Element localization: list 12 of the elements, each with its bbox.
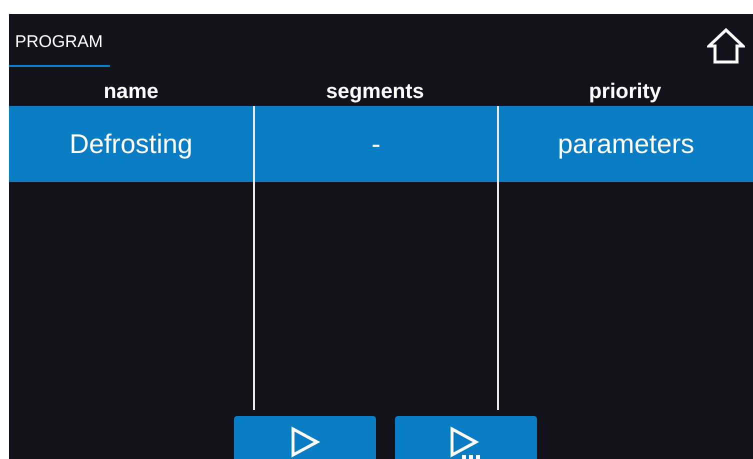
play-button[interactable] — [234, 416, 376, 459]
program-tab[interactable]: PROGRAM — [9, 32, 110, 67]
column-header: priority — [588, 80, 662, 104]
table-cell[interactable]: Defrosting — [9, 106, 253, 182]
play-more-icon — [449, 426, 483, 459]
table-cell[interactable]: parameters — [497, 106, 753, 182]
play-icon — [290, 426, 320, 458]
column-header: segments — [324, 80, 426, 104]
play-more-button[interactable] — [395, 416, 537, 459]
home-icon[interactable] — [707, 28, 745, 64]
column-header: name — [102, 80, 160, 104]
table-cell[interactable]: - — [253, 106, 497, 182]
